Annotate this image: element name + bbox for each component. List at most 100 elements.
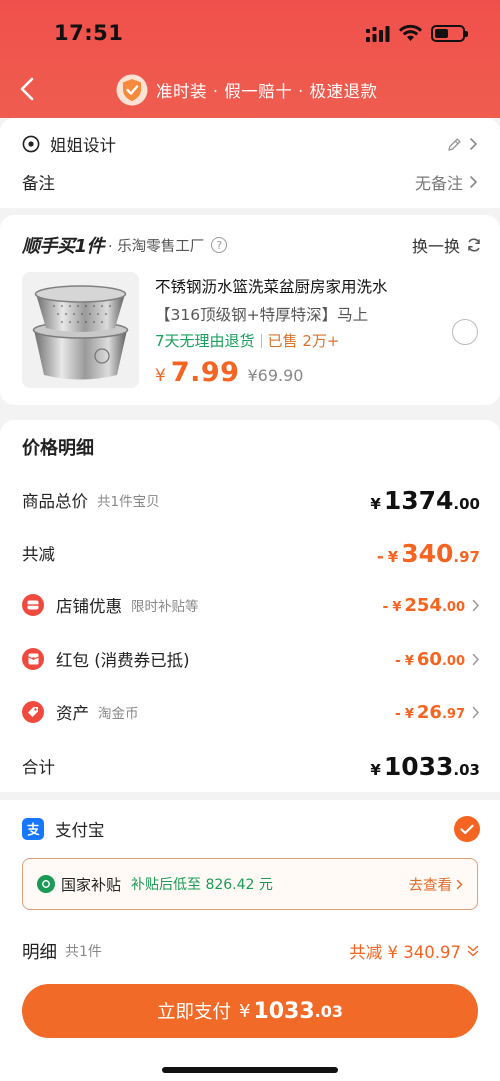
amount-currency: ¥ bbox=[392, 599, 402, 615]
header-bar: 17:51 准时装 · 假一赔十 · 极速退款 bbox=[0, 0, 500, 118]
grand-total-row: 合计 ¥1033.03 bbox=[22, 751, 480, 781]
amount-currency: ¥ bbox=[370, 760, 381, 779]
help-icon[interactable]: ? bbox=[211, 237, 228, 253]
national-subsidy-banner[interactable]: 国家补贴 补贴后低至 826.42 元 去查看 bbox=[22, 858, 478, 910]
guarantee-banner: 准时装 · 假一赔十 · 极速退款 bbox=[116, 72, 377, 108]
amount-currency: ¥ bbox=[370, 494, 381, 513]
battery-icon bbox=[431, 25, 468, 42]
shield-check-icon bbox=[116, 74, 148, 106]
amount-int: 1033 bbox=[383, 751, 454, 781]
line-amount: - ¥60.00 bbox=[395, 649, 465, 670]
sold-tag: 已售 2万+ bbox=[267, 332, 340, 350]
home-indicator bbox=[162, 1067, 338, 1073]
amount-int: 340 bbox=[401, 538, 454, 568]
cellular-signal-icon bbox=[366, 26, 390, 42]
subsidy-link[interactable]: 去查看 bbox=[409, 874, 464, 895]
line-sub: 淘金币 bbox=[98, 706, 139, 722]
guarantee-text: 准时装 · 假一赔十 · 极速退款 bbox=[156, 82, 378, 101]
original-price: ¥69.90 bbox=[247, 366, 304, 385]
pencil-icon bbox=[448, 137, 461, 151]
amount-dec: .00 bbox=[441, 653, 465, 669]
pay-currency: ¥ bbox=[238, 1000, 251, 1022]
address-card: 姐姐设计 备注 无备注 bbox=[0, 118, 500, 208]
status-bar: 17:51 bbox=[0, 0, 500, 66]
amount-minus: - bbox=[376, 546, 384, 567]
product-tags: 7天无理由退货 已售 2万+ bbox=[155, 330, 339, 351]
edit-address[interactable] bbox=[446, 136, 478, 153]
line-amount: - ¥26.97 bbox=[395, 702, 465, 723]
alipay-icon bbox=[22, 818, 44, 840]
amount-currency: ¥ bbox=[404, 706, 414, 722]
product-title[interactable]: 不锈钢沥水篮洗菜盆厨房家用洗水 bbox=[155, 275, 388, 297]
chevron-right-icon bbox=[472, 706, 480, 718]
detail-row[interactable]: 明细 共1件 共减 ¥ 340.97 bbox=[22, 937, 480, 965]
amount-dec: .97 bbox=[453, 547, 480, 566]
line-sub: 共1件宝贝 bbox=[97, 494, 160, 510]
detail-total-text: 共减 ¥ 340.97 bbox=[349, 943, 461, 962]
chevron-right-icon bbox=[470, 176, 478, 188]
amount-dec: .03 bbox=[453, 760, 480, 779]
check-icon[interactable] bbox=[454, 816, 480, 842]
subtotal-row: 商品总价 共1件宝贝 ¥1374.00 bbox=[22, 485, 480, 515]
note-label: 备注 bbox=[22, 174, 55, 193]
price-detail-card: 价格明细 商品总价 共1件宝贝 ¥1374.00 共减 - ¥340.97 店铺优… bbox=[0, 420, 500, 792]
line-amount: ¥1374.00 bbox=[370, 486, 480, 515]
detail-count: 共1件 bbox=[65, 944, 102, 960]
line-label: 店铺优惠 bbox=[56, 597, 122, 616]
shop-discount-row[interactable]: 店铺优惠 限时补贴等 - ¥254.00 bbox=[22, 590, 480, 620]
amount-minus: - bbox=[395, 705, 401, 722]
chevron-right-icon bbox=[472, 599, 480, 611]
pay-amount-int: 1033 bbox=[253, 998, 315, 1024]
double-chevron-down-icon bbox=[467, 945, 479, 957]
line-amount: ¥1033.03 bbox=[370, 752, 480, 781]
shop-coupon-icon bbox=[22, 594, 44, 616]
red-packet-row[interactable]: 红包 (消费券已抵) - ¥60.00 bbox=[22, 644, 480, 674]
note-row[interactable]: 备注 无备注 bbox=[22, 169, 478, 195]
refresh-icon bbox=[468, 238, 480, 252]
line-amount: - ¥254.00 bbox=[383, 595, 465, 616]
steel-basin-image bbox=[32, 285, 129, 380]
assets-row[interactable]: 资产 淘金币 - ¥26.97 bbox=[22, 697, 480, 727]
wifi-icon bbox=[399, 24, 422, 41]
detail-label: 明细 bbox=[22, 942, 57, 963]
chevron-right-icon bbox=[472, 653, 480, 665]
amount-minus: - bbox=[395, 652, 401, 669]
note-value: 无备注 bbox=[414, 174, 463, 193]
tag-divider bbox=[260, 333, 262, 348]
amount-int: 1374 bbox=[383, 485, 454, 515]
total-discount-row: 共减 - ¥340.97 bbox=[22, 538, 480, 568]
shop-header: 顺手买1件 · 乐淘零售工厂 ? 换一换 bbox=[22, 232, 482, 258]
amount-dec: .00 bbox=[441, 599, 465, 615]
shop-name: · 乐淘零售工厂 bbox=[108, 238, 205, 255]
back-arrow-icon[interactable] bbox=[14, 74, 44, 104]
chevron-right-icon bbox=[470, 138, 478, 150]
return-tag: 7天无理由退货 bbox=[155, 332, 255, 350]
product-price: ¥ 7.99 ¥69.90 bbox=[155, 357, 303, 388]
price-currency: ¥ bbox=[155, 366, 166, 386]
product-spec: 【316顶级钢+特厚特深】马上 bbox=[155, 306, 369, 324]
product-card: 顺手买1件 · 乐淘零售工厂 ? 换一换 不锈钢沥水篮洗菜盆厨房家用洗水 【31… bbox=[0, 215, 500, 405]
subsidy-desc: 补贴后低至 826.42 元 bbox=[131, 877, 273, 893]
pay-now-button[interactable]: 立即支付 ¥ 1033 .03 bbox=[22, 984, 478, 1038]
location-pin-icon bbox=[22, 135, 40, 153]
price-value: 7.99 bbox=[170, 357, 240, 388]
detail-total: 共减 ¥ 340.97 bbox=[349, 939, 480, 963]
address-row[interactable]: 姐姐设计 bbox=[22, 131, 478, 157]
amount-int: 254 bbox=[404, 594, 442, 616]
amount-minus: - bbox=[382, 598, 389, 615]
address-name: 姐姐设计 bbox=[50, 136, 116, 155]
chevron-right-icon bbox=[456, 879, 463, 889]
line-label: 红包 (消费券已抵) bbox=[56, 651, 190, 670]
brand-logo: 顺手买1件 bbox=[22, 236, 105, 257]
product-image[interactable] bbox=[22, 272, 139, 388]
amount-currency: ¥ bbox=[404, 653, 414, 669]
status-time: 17:51 bbox=[54, 21, 124, 45]
subsidy-link-label: 去查看 bbox=[408, 877, 453, 894]
amount-dec: .97 bbox=[441, 706, 465, 722]
swap-button[interactable]: 换一换 bbox=[412, 233, 482, 257]
line-label: 商品总价 bbox=[22, 492, 88, 511]
payment-method-row[interactable]: 支付宝 bbox=[22, 816, 480, 842]
select-radio[interactable] bbox=[452, 319, 478, 345]
line-label: 合计 bbox=[22, 758, 55, 777]
line-amount: - ¥340.97 bbox=[377, 539, 480, 568]
